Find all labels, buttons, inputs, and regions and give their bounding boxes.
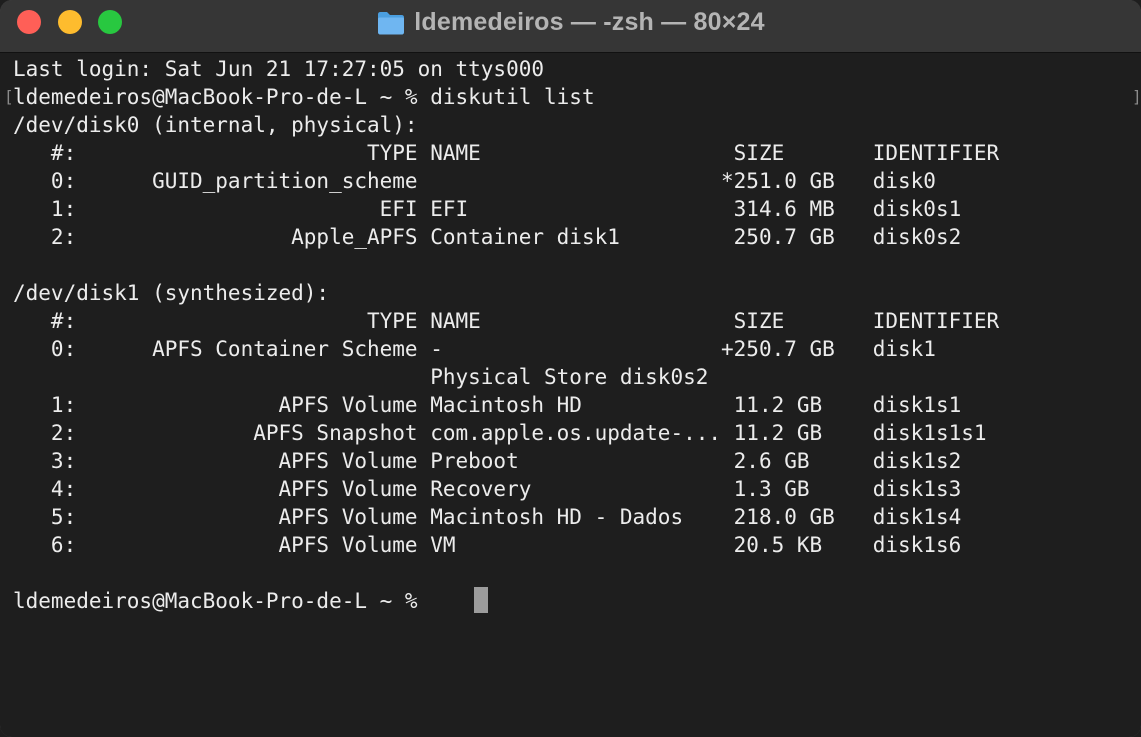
terminal-line: 1: EFI EFI 314.6 MB disk0s1 <box>13 197 962 221</box>
terminal-content[interactable]: Last login: Sat Jun 21 17:27:05 on ttys0… <box>0 53 1141 737</box>
terminal-prompt-line: ldemedeiros@MacBook-Pro-de-L ~ % <box>13 589 431 613</box>
window-title-group: ldemedeiros — -zsh — 80×24 <box>0 0 1141 44</box>
terminal-line: Physical Store disk0s2 <box>13 365 709 389</box>
terminal-line: 2: Apple_APFS Container disk1 250.7 GB d… <box>13 225 962 249</box>
terminal-line: 0: APFS Container Scheme - +250.7 GB dis… <box>13 337 936 361</box>
terminal-line: 1: APFS Volume Macintosh HD 11.2 GB disk… <box>13 393 962 417</box>
terminal-line: /dev/disk0 (internal, physical): <box>13 113 418 137</box>
terminal-line: #: TYPE NAME SIZE IDENTIFIER <box>13 309 1000 333</box>
terminal-window: ldemedeiros — -zsh — 80×24 Last login: S… <box>0 0 1141 737</box>
terminal-line: Last login: Sat Jun 21 17:27:05 on ttys0… <box>13 57 545 81</box>
terminal-line: #: TYPE NAME SIZE IDENTIFIER <box>13 141 1000 165</box>
window-title: ldemedeiros — -zsh — 80×24 <box>414 7 765 36</box>
terminal-line: 4: APFS Volume Recovery 1.3 GB disk1s3 <box>13 477 962 501</box>
terminal-line: 5: APFS Volume Macintosh HD - Dados 218.… <box>13 505 962 529</box>
terminal-line: 3: APFS Volume Preboot 2.6 GB disk1s2 <box>13 449 962 473</box>
folder-icon <box>378 12 405 35</box>
title-bar[interactable]: ldemedeiros — -zsh — 80×24 <box>0 0 1141 53</box>
terminal-line: 0: GUID_partition_scheme *251.0 GB disk0 <box>13 169 936 193</box>
terminal-line: 2: APFS Snapshot com.apple.os.update-...… <box>13 421 987 445</box>
mark-bracket-right: ] <box>1132 87 1141 106</box>
text-cursor <box>474 587 488 613</box>
terminal-line: /dev/disk1 (synthesized): <box>13 281 330 305</box>
terminal-line: ldemedeiros@MacBook-Pro-de-L ~ % diskuti… <box>13 85 595 109</box>
terminal-line: 6: APFS Volume VM 20.5 KB disk1s6 <box>13 533 962 557</box>
